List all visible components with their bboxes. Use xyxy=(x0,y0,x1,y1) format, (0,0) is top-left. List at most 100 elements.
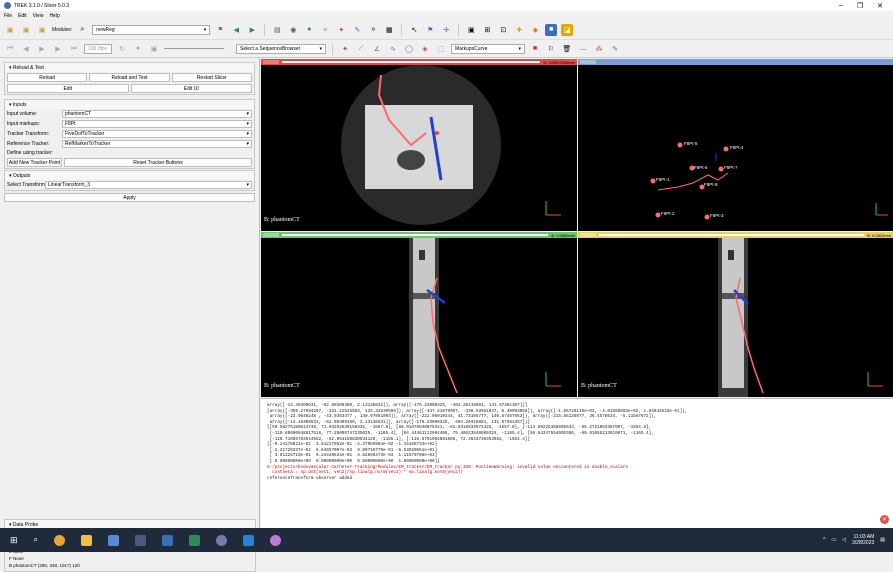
place-fiducial-icon[interactable]: ⚑ xyxy=(424,24,436,36)
windows-start-icon[interactable]: ⊞ xyxy=(10,535,18,546)
python-icon[interactable]: ⊡ xyxy=(497,24,509,36)
line-markup-icon[interactable]: ⟋ xyxy=(355,43,367,55)
terminal-icon[interactable] xyxy=(135,534,147,546)
markup-color-icon[interactable]: ■ xyxy=(529,43,541,55)
add-tracker-point-button[interactable]: Add New Tracker Point xyxy=(7,158,62,167)
models-module-icon[interactable]: ● xyxy=(303,24,315,36)
menu-file[interactable]: File xyxy=(4,13,12,19)
3d-view[interactable]: F8Pt-5 F8Pt-4 F8Pt-6 F8Pt-7 F8Pt-1 F8Pt-… xyxy=(578,59,893,231)
module-selector[interactable]: newReg ▾ xyxy=(92,24,211,35)
python-console[interactable]: array([-14.46309631, -62.80399460, 2.131… xyxy=(261,398,893,528)
reload-and-test-button[interactable]: Reload and Test xyxy=(89,73,170,82)
yellow-view-pin-icon[interactable] xyxy=(580,233,596,237)
vscode-icon[interactable] xyxy=(243,534,255,546)
load-data-icon[interactable]: ▣ xyxy=(4,24,16,36)
green-view-pin-icon[interactable] xyxy=(263,233,279,237)
tray-chevron-icon[interactable]: ^ xyxy=(823,537,825,543)
close-window-button[interactable]: ✕ xyxy=(877,2,883,10)
segment-editor-icon[interactable]: ✎ xyxy=(351,24,363,36)
markups-settings-icon[interactable]: ⁂ xyxy=(593,43,605,55)
save-data-icon[interactable]: ▣ xyxy=(36,24,48,36)
markups-node-selector[interactable]: MarkupsCurve ▾ xyxy=(451,43,525,54)
app-icon-2[interactable] xyxy=(162,534,174,546)
more-modules-icon[interactable]: » xyxy=(367,24,379,36)
maximize-button[interactable]: ❐ xyxy=(857,2,863,10)
input-volume-selector[interactable]: phantomCT ▾ xyxy=(62,110,252,118)
volumes-module-icon[interactable]: ◉ xyxy=(287,24,299,36)
crosshair-icon[interactable]: ✛ xyxy=(440,24,452,36)
transforms-module-icon[interactable]: ✧ xyxy=(319,24,331,36)
edit-markup-icon[interactable]: ✎ xyxy=(609,43,621,55)
menu-view[interactable]: View xyxy=(33,13,44,19)
edit-button[interactable]: Edit xyxy=(7,84,129,93)
network-icon[interactable]: ▭ xyxy=(831,537,836,543)
minimize-button[interactable]: – xyxy=(839,2,843,10)
extension-manager-icon[interactable]: ⊞ xyxy=(481,24,493,36)
sequence-browser-selector[interactable]: Select a SequenceBrowser ▾ xyxy=(236,43,326,54)
place-markup-icon[interactable]: ✦ xyxy=(339,43,351,55)
next-frame-icon[interactable]: ▶ xyxy=(52,43,64,55)
playback-speed[interactable]: 100.0fps xyxy=(84,43,112,54)
app-icon-3[interactable] xyxy=(189,534,201,546)
curve-markup-icon[interactable]: ∿ xyxy=(387,43,399,55)
previous-module-icon[interactable]: ◀ xyxy=(230,24,242,36)
clock[interactable]: 11:03 AM 3/28/2023 xyxy=(852,534,874,546)
notifications-icon[interactable]: ▤ xyxy=(880,537,885,543)
place-persistent-icon[interactable]: ⚐ xyxy=(545,43,557,55)
file-explorer-icon[interactable] xyxy=(81,534,93,546)
reset-tracker-buttons[interactable]: Reset Tracker Buttons xyxy=(64,158,252,167)
module-search-icon[interactable]: ⌕ xyxy=(76,24,88,36)
snapshot-icon[interactable]: ▣ xyxy=(148,43,160,55)
yellow-slice-view[interactable]: R: 0.2822mm B: phantomCT xyxy=(578,232,893,397)
next-module-icon[interactable]: ▶ xyxy=(246,24,258,36)
inputs-header[interactable]: ▾ Inputs xyxy=(5,100,254,109)
3d-view-pin-icon[interactable] xyxy=(580,60,596,64)
sequence-slider[interactable] xyxy=(164,48,224,49)
restart-slicer-button[interactable]: Restart Slicer xyxy=(171,73,252,82)
more-options-icon[interactable]: … xyxy=(577,43,589,55)
chrome-icon[interactable] xyxy=(54,534,66,546)
loop-icon[interactable]: ↻ xyxy=(116,43,128,55)
plane-markup-icon[interactable]: ◈ xyxy=(419,43,431,55)
reload-test-header[interactable]: ▾ Reload & Test xyxy=(5,63,254,72)
reference-tracker-selector[interactable]: RefMarkerToTracker ▾ xyxy=(62,140,252,148)
clear-console-button[interactable]: ✕ xyxy=(880,515,889,524)
sequences-icon[interactable]: ■ xyxy=(545,23,558,36)
outputs-header[interactable]: ▾ Outputs xyxy=(5,171,254,180)
edit-ui-button[interactable]: Edit UI xyxy=(130,84,252,93)
record-icon[interactable]: ● xyxy=(132,43,144,55)
first-frame-icon[interactable]: ⏮ xyxy=(4,43,16,55)
angle-markup-icon[interactable]: ∠ xyxy=(371,43,383,55)
extension-icon[interactable]: ◪ xyxy=(561,23,574,36)
tracker-transform-selector[interactable]: FiveDofToTracker ▾ xyxy=(62,130,252,138)
menu-edit[interactable]: Edit xyxy=(18,13,27,19)
markups-module-icon[interactable]: ✦ xyxy=(335,24,347,36)
mouse-mode-icon[interactable]: ↖ xyxy=(408,24,420,36)
red-slice-slider[interactable] xyxy=(282,61,541,63)
red-view-pin-icon[interactable] xyxy=(263,60,279,64)
green-slice-slider[interactable] xyxy=(282,234,549,236)
delete-markup-icon[interactable]: 🗑 xyxy=(561,43,573,55)
play-icon[interactable]: ▶ xyxy=(36,43,48,55)
menu-help[interactable]: Help xyxy=(49,13,59,19)
red-slice-view[interactable]: S: -1059.0000mm B: phantomCT xyxy=(261,59,577,231)
green-slice-view[interactable]: A: 1.6690mm B: phantomCT xyxy=(261,232,577,397)
apply-button[interactable]: Apply xyxy=(4,193,255,202)
crosshair-toggle-icon[interactable]: ✚ xyxy=(513,24,525,36)
prev-frame-icon[interactable]: ◀ xyxy=(20,43,32,55)
select-transform-selector[interactable]: LinearTransform_3 ▾ xyxy=(45,181,252,189)
roi-markup-icon[interactable]: ⬚ xyxy=(435,43,447,55)
add-data-icon[interactable]: ▣ xyxy=(20,24,32,36)
last-frame-icon[interactable]: ⏭ xyxy=(68,43,80,55)
slicer-taskbar-icon[interactable] xyxy=(216,534,228,546)
layout-icon[interactable]: ▦ xyxy=(383,24,395,36)
closed-curve-icon[interactable]: ◯ xyxy=(403,43,415,55)
app-icon-1[interactable] xyxy=(108,534,120,546)
volume-icon[interactable]: ◁ xyxy=(842,537,846,543)
screenshot-icon[interactable]: ▣ xyxy=(465,24,477,36)
yellow-slice-slider[interactable] xyxy=(599,234,864,236)
data-module-icon[interactable]: ▤ xyxy=(271,24,283,36)
input-markups-selector[interactable]: F8Pt ▾ xyxy=(62,120,252,128)
search-icon[interactable]: ⌕ xyxy=(34,535,38,545)
app-icon-4[interactable] xyxy=(270,534,282,546)
